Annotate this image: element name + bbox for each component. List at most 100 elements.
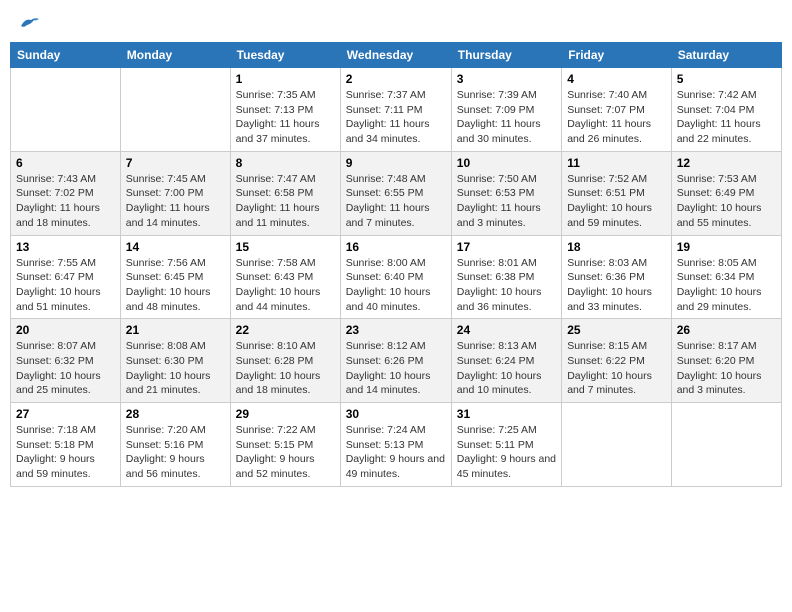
calendar-cell: 1 Sunrise: 7:35 AM Sunset: 7:13 PM Daylig… [230,68,340,152]
day-info: Sunrise: 7:43 AM Sunset: 7:02 PM Dayligh… [16,172,115,231]
day-info: Sunrise: 7:40 AM Sunset: 7:07 PM Dayligh… [567,88,666,147]
calendar-week-row: 13Sunrise: 7:55 AM Sunset: 6:47 PM Dayli… [11,235,782,319]
day-number: 25 [567,323,666,337]
day-info: Sunrise: 7:20 AM Sunset: 5:16 PM Dayligh… [126,423,225,482]
calendar-cell: 22 Sunrise: 8:10 AM Sunset: 6:28 PM Dayli… [230,319,340,403]
day-number: 14 [126,240,225,254]
calendar-week-row: 1 Sunrise: 7:35 AM Sunset: 7:13 PM Daylig… [11,68,782,152]
calendar-cell: 8 Sunrise: 7:47 AM Sunset: 6:58 PM Daylig… [230,151,340,235]
day-number: 1 [236,72,335,86]
calendar-cell: 31 Sunrise: 7:25 AM Sunset: 5:11 PM Dayli… [451,403,561,487]
calendar-cell: 12Sunrise: 7:53 AM Sunset: 6:49 PM Dayli… [671,151,781,235]
calendar-week-row: 27 Sunrise: 7:18 AM Sunset: 5:18 PM Dayli… [11,403,782,487]
day-number: 3 [457,72,556,86]
day-number: 17 [457,240,556,254]
day-info: Sunrise: 8:05 AM Sunset: 6:34 PM Dayligh… [677,256,776,315]
calendar-cell [11,68,121,152]
day-number: 27 [16,407,115,421]
day-number: 5 [677,72,776,86]
logo-bird-icon [19,16,41,32]
day-info: Sunrise: 7:18 AM Sunset: 5:18 PM Dayligh… [16,423,115,482]
col-header-friday: Friday [562,43,672,68]
day-info: Sunrise: 8:13 AM Sunset: 6:24 PM Dayligh… [457,339,556,398]
day-info: Sunrise: 7:25 AM Sunset: 5:11 PM Dayligh… [457,423,556,482]
day-number: 4 [567,72,666,86]
calendar-cell: 6 Sunrise: 7:43 AM Sunset: 7:02 PM Daylig… [11,151,121,235]
calendar-cell: 23Sunrise: 8:12 AM Sunset: 6:26 PM Dayli… [340,319,451,403]
day-info: Sunrise: 8:10 AM Sunset: 6:28 PM Dayligh… [236,339,335,398]
calendar-cell: 18 Sunrise: 8:03 AM Sunset: 6:36 PM Dayli… [562,235,672,319]
col-header-monday: Monday [120,43,230,68]
day-info: Sunrise: 7:56 AM Sunset: 6:45 PM Dayligh… [126,256,225,315]
calendar-cell: 5 Sunrise: 7:42 AM Sunset: 7:04 PM Daylig… [671,68,781,152]
day-info: Sunrise: 7:37 AM Sunset: 7:11 PM Dayligh… [346,88,446,147]
calendar-cell: 21Sunrise: 8:08 AM Sunset: 6:30 PM Dayli… [120,319,230,403]
day-info: Sunrise: 7:47 AM Sunset: 6:58 PM Dayligh… [236,172,335,231]
day-info: Sunrise: 7:35 AM Sunset: 7:13 PM Dayligh… [236,88,335,147]
day-info: Sunrise: 7:58 AM Sunset: 6:43 PM Dayligh… [236,256,335,315]
day-number: 10 [457,156,556,170]
logo [18,16,41,28]
calendar-table: SundayMondayTuesdayWednesdayThursdayFrid… [10,42,782,487]
day-number: 9 [346,156,446,170]
calendar-cell: 11 Sunrise: 7:52 AM Sunset: 6:51 PM Dayli… [562,151,672,235]
day-info: Sunrise: 7:48 AM Sunset: 6:55 PM Dayligh… [346,172,446,231]
calendar-cell: 17 Sunrise: 8:01 AM Sunset: 6:38 PM Dayli… [451,235,561,319]
day-number: 30 [346,407,446,421]
calendar-cell: 28 Sunrise: 7:20 AM Sunset: 5:16 PM Dayli… [120,403,230,487]
day-number: 24 [457,323,556,337]
calendar-cell: 2 Sunrise: 7:37 AM Sunset: 7:11 PM Daylig… [340,68,451,152]
day-number: 29 [236,407,335,421]
calendar-cell: 10 Sunrise: 7:50 AM Sunset: 6:53 PM Dayli… [451,151,561,235]
col-header-tuesday: Tuesday [230,43,340,68]
day-number: 22 [236,323,335,337]
day-info: Sunrise: 8:15 AM Sunset: 6:22 PM Dayligh… [567,339,666,398]
day-info: Sunrise: 7:55 AM Sunset: 6:47 PM Dayligh… [16,256,115,315]
calendar-header-row: SundayMondayTuesdayWednesdayThursdayFrid… [11,43,782,68]
calendar-week-row: 6 Sunrise: 7:43 AM Sunset: 7:02 PM Daylig… [11,151,782,235]
calendar-cell: 25 Sunrise: 8:15 AM Sunset: 6:22 PM Dayli… [562,319,672,403]
day-number: 6 [16,156,115,170]
day-info: Sunrise: 7:52 AM Sunset: 6:51 PM Dayligh… [567,172,666,231]
day-number: 26 [677,323,776,337]
calendar-cell [562,403,672,487]
col-header-thursday: Thursday [451,43,561,68]
day-info: Sunrise: 7:39 AM Sunset: 7:09 PM Dayligh… [457,88,556,147]
day-info: Sunrise: 7:42 AM Sunset: 7:04 PM Dayligh… [677,88,776,147]
day-number: 16 [346,240,446,254]
day-info: Sunrise: 8:03 AM Sunset: 6:36 PM Dayligh… [567,256,666,315]
day-number: 11 [567,156,666,170]
calendar-cell: 20Sunrise: 8:07 AM Sunset: 6:32 PM Dayli… [11,319,121,403]
day-info: Sunrise: 7:22 AM Sunset: 5:15 PM Dayligh… [236,423,335,482]
day-number: 28 [126,407,225,421]
col-header-sunday: Sunday [11,43,121,68]
col-header-saturday: Saturday [671,43,781,68]
day-info: Sunrise: 7:45 AM Sunset: 7:00 PM Dayligh… [126,172,225,231]
day-number: 18 [567,240,666,254]
day-number: 15 [236,240,335,254]
day-info: Sunrise: 8:07 AM Sunset: 6:32 PM Dayligh… [16,339,115,398]
day-info: Sunrise: 8:00 AM Sunset: 6:40 PM Dayligh… [346,256,446,315]
calendar-cell: 16 Sunrise: 8:00 AM Sunset: 6:40 PM Dayli… [340,235,451,319]
day-info: Sunrise: 7:24 AM Sunset: 5:13 PM Dayligh… [346,423,446,482]
calendar-cell: 24 Sunrise: 8:13 AM Sunset: 6:24 PM Dayli… [451,319,561,403]
calendar-cell: 9 Sunrise: 7:48 AM Sunset: 6:55 PM Daylig… [340,151,451,235]
day-number: 21 [126,323,225,337]
calendar-cell: 29 Sunrise: 7:22 AM Sunset: 5:15 PM Dayli… [230,403,340,487]
calendar-cell: 4 Sunrise: 7:40 AM Sunset: 7:07 PM Daylig… [562,68,672,152]
calendar-cell: 13Sunrise: 7:55 AM Sunset: 6:47 PM Dayli… [11,235,121,319]
day-number: 2 [346,72,446,86]
calendar-cell [671,403,781,487]
day-number: 12 [677,156,776,170]
day-number: 31 [457,407,556,421]
page-header [10,10,782,34]
day-info: Sunrise: 8:12 AM Sunset: 6:26 PM Dayligh… [346,339,446,398]
day-info: Sunrise: 8:01 AM Sunset: 6:38 PM Dayligh… [457,256,556,315]
day-info: Sunrise: 7:50 AM Sunset: 6:53 PM Dayligh… [457,172,556,231]
calendar-cell: 19 Sunrise: 8:05 AM Sunset: 6:34 PM Dayli… [671,235,781,319]
day-number: 7 [126,156,225,170]
day-number: 8 [236,156,335,170]
calendar-cell [120,68,230,152]
day-number: 19 [677,240,776,254]
calendar-week-row: 20Sunrise: 8:07 AM Sunset: 6:32 PM Dayli… [11,319,782,403]
